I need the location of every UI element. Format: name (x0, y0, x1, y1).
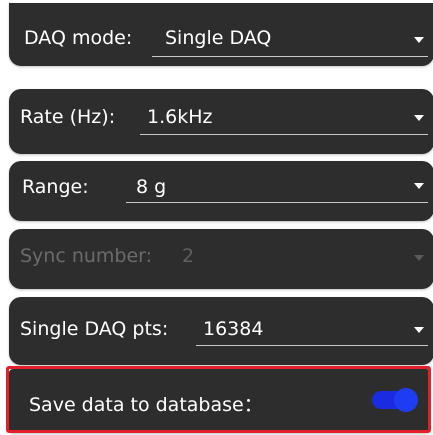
daq-settings-panel: DAQ mode: Single DAQ Rate (Hz): 1.6kHz R… (0, 0, 433, 435)
save-data-label: Save data to database： (29, 394, 263, 416)
daq-mode-select[interactable]: Single DAQ (165, 27, 271, 49)
range-label: Range: (22, 176, 89, 198)
chevron-down-icon[interactable] (414, 183, 424, 189)
rate-select[interactable]: 1.6kHz (147, 106, 212, 128)
range-select[interactable]: 8 g (136, 176, 166, 198)
chevron-down-icon[interactable] (414, 327, 424, 333)
save-data-toggle[interactable] (372, 388, 418, 412)
chevron-down-icon[interactable] (414, 37, 424, 43)
range-underline (126, 202, 428, 203)
sync-number-label: Sync number: (20, 245, 153, 267)
chevron-down-icon[interactable] (414, 115, 424, 121)
chevron-down-icon (414, 255, 424, 261)
sync-number-select: 2 (182, 245, 195, 267)
single-daq-pts-underline (196, 345, 428, 346)
rate-label: Rate (Hz): (20, 106, 116, 128)
single-daq-pts-label: Single DAQ pts: (20, 318, 169, 340)
single-daq-pts-select[interactable]: 16384 (203, 318, 263, 340)
daq-mode-label: DAQ mode: (24, 27, 133, 49)
daq-mode-underline (152, 56, 428, 57)
toggle-knob[interactable] (394, 388, 418, 412)
rate-underline (140, 134, 428, 135)
